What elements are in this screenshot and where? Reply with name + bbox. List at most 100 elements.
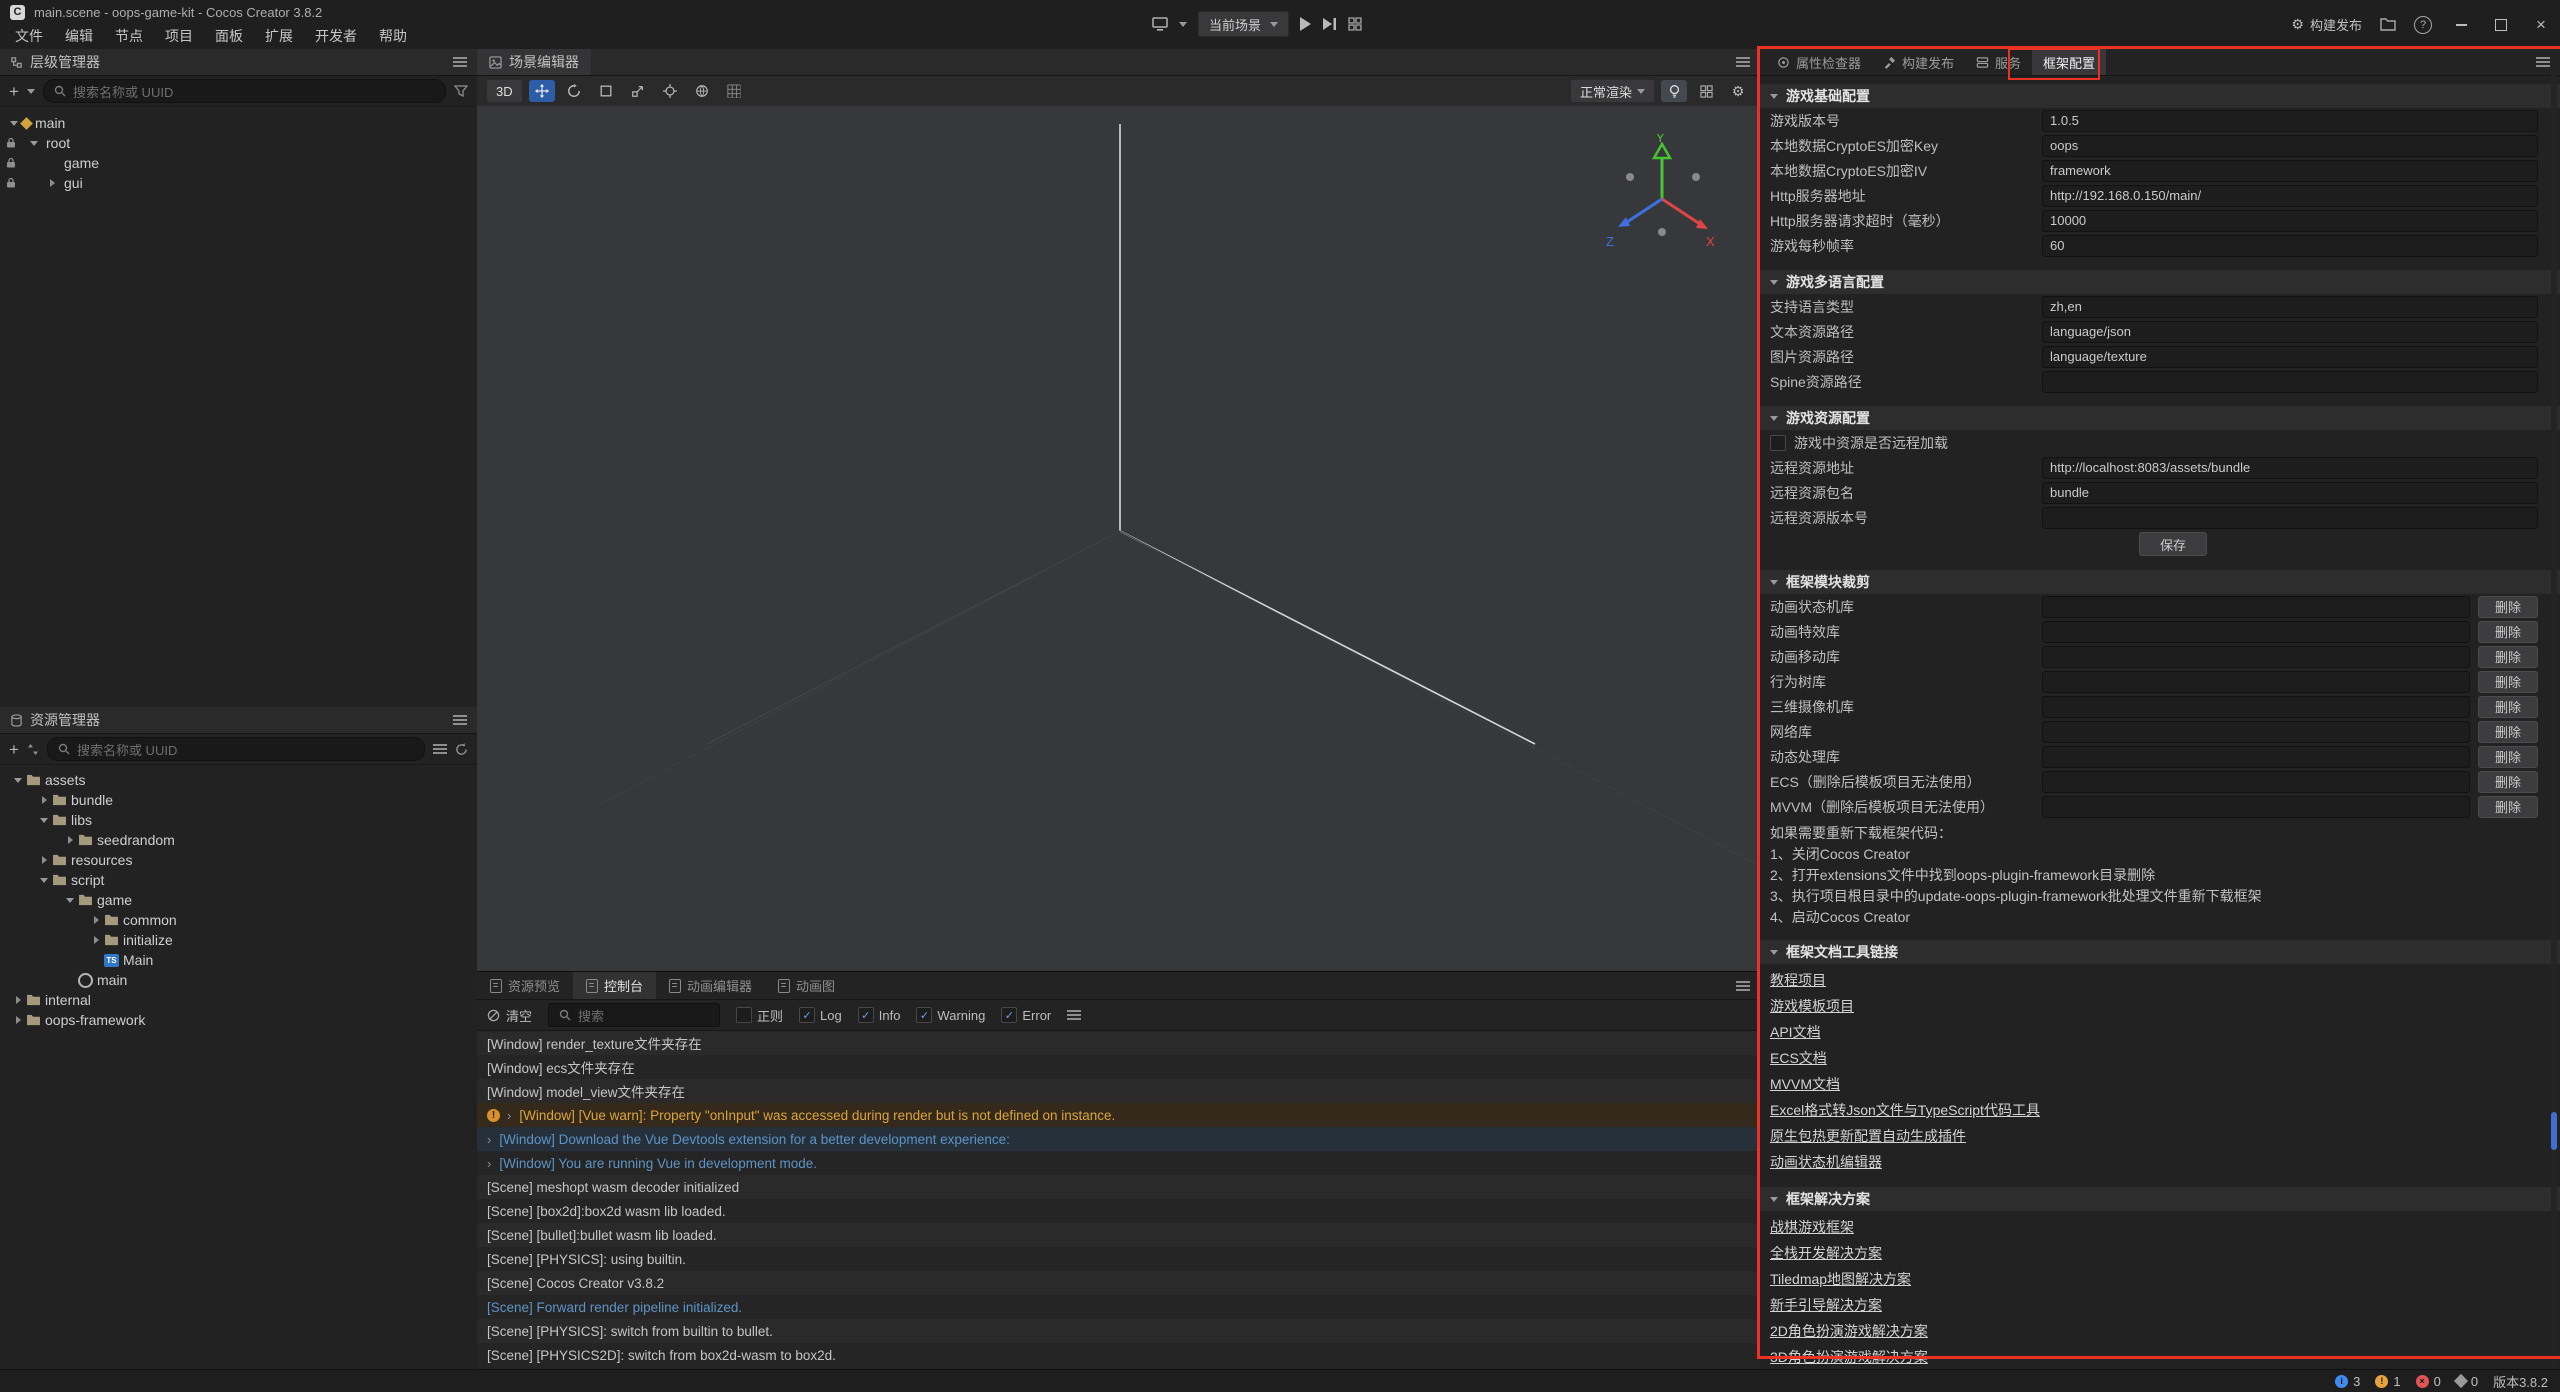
tab-animation-editor[interactable]: 动画编辑器 — [656, 972, 765, 999]
maximize-button[interactable] — [2490, 14, 2512, 36]
asset-filter-icon[interactable] — [433, 744, 447, 754]
expander-closed-icon[interactable] — [36, 796, 52, 804]
filter-log-checkbox[interactable]: Log — [799, 1007, 842, 1023]
asset-node-initialize[interactable]: initialize — [0, 930, 477, 950]
error-count[interactable]: × 0 — [2416, 1374, 2441, 1389]
delete-module-button[interactable]: 删除 — [2478, 621, 2538, 643]
asset-node-internal[interactable]: internal — [0, 990, 477, 1010]
property-input[interactable]: language/json — [2042, 321, 2538, 343]
panel-menu-icon[interactable] — [453, 715, 467, 725]
lighting-toggle-button[interactable] — [1661, 80, 1687, 102]
log-row[interactable]: ! › [Window] [Vue warn]: Property "onInp… — [477, 1103, 1760, 1127]
panel-menu-icon[interactable] — [1736, 981, 1750, 991]
module-path-field[interactable] — [2042, 646, 2470, 668]
build-publish-shortcut[interactable]: ⚙ 构建发布 — [2291, 15, 2362, 34]
property-input[interactable]: 10000 — [2042, 210, 2538, 232]
module-path-field[interactable] — [2042, 746, 2470, 768]
warning-count[interactable]: ! 1 — [2375, 1374, 2400, 1389]
log-row[interactable]: [Window] render_texture文件夹存在 — [477, 1031, 1760, 1055]
remote-load-checkbox[interactable] — [1770, 435, 1786, 451]
tab-property-inspector[interactable]: 属性检查器 — [1766, 49, 1872, 75]
tab-animation-graph[interactable]: 动画图 — [765, 972, 848, 999]
minimize-button[interactable] — [2450, 14, 2472, 36]
hierarchy-node-main[interactable]: main — [0, 113, 477, 133]
asset-node-main-scene[interactable]: main — [0, 970, 477, 990]
mode-3d-button[interactable]: 3D — [486, 79, 523, 103]
log-row[interactable]: › [Window] Download the Vue Devtools ext… — [477, 1127, 1760, 1151]
info-count[interactable]: i 3 — [2335, 1374, 2360, 1389]
module-path-field[interactable] — [2042, 696, 2470, 718]
asset-node-common[interactable]: common — [0, 910, 477, 930]
layout-grid-icon[interactable] — [1348, 17, 1362, 31]
collapse-logs-icon[interactable] — [1067, 1010, 1081, 1020]
solution-link[interactable]: 2D角色扮演游戏解决方案 — [1760, 1318, 1928, 1344]
create-node-button[interactable]: + — [9, 83, 19, 100]
folder-shortcut-icon[interactable] — [2380, 18, 2396, 31]
doc-link[interactable]: 游戏模板项目 — [1760, 993, 1854, 1019]
property-input[interactable]: oops — [2042, 135, 2538, 157]
save-button[interactable]: 保存 — [2139, 532, 2207, 556]
solution-link[interactable]: Tiledmap地图解决方案 — [1760, 1266, 1911, 1292]
step-button[interactable] — [1322, 17, 1337, 31]
delete-module-button[interactable]: 删除 — [2478, 596, 2538, 618]
rotate-tool-button[interactable] — [561, 80, 587, 102]
delete-module-button[interactable]: 删除 — [2478, 671, 2538, 693]
snap-settings-button[interactable] — [721, 80, 747, 102]
panel-menu-icon[interactable] — [2536, 57, 2550, 67]
property-input[interactable]: zh,en — [2042, 296, 2538, 318]
move-tool-button[interactable] — [529, 80, 555, 102]
create-asset-button[interactable]: + — [9, 741, 19, 758]
scene-settings-gear-icon[interactable]: ⚙ — [1725, 80, 1751, 102]
section-header[interactable]: 游戏基础配置 — [1760, 84, 2560, 108]
property-input[interactable]: 60 — [2042, 235, 2538, 257]
doc-link[interactable]: 动画状态机编辑器 — [1760, 1149, 1882, 1175]
section-header[interactable]: 游戏多语言配置 — [1760, 270, 2560, 294]
delete-module-button[interactable]: 删除 — [2478, 771, 2538, 793]
log-row[interactable]: [Scene] Forward render pipeline initiali… — [477, 1295, 1760, 1319]
console-search-input[interactable]: 搜索 — [548, 1003, 720, 1027]
section-header[interactable]: 框架模块裁剪 — [1760, 570, 2560, 594]
solution-link[interactable]: 3D角色扮演游戏解决方案 — [1760, 1344, 1928, 1370]
scene-selector[interactable]: 当前场景 — [1198, 11, 1289, 37]
assets-search-input[interactable]: 搜索名称或 UUID — [47, 737, 425, 761]
doc-link[interactable]: ECS文档 — [1760, 1045, 1827, 1071]
sort-assets-icon[interactable] — [27, 743, 39, 756]
log-expander-icon[interactable]: › — [487, 1132, 491, 1147]
delete-module-button[interactable]: 删除 — [2478, 796, 2538, 818]
property-input[interactable] — [2042, 371, 2538, 393]
delete-module-button[interactable]: 删除 — [2478, 696, 2538, 718]
scene-editor-tab[interactable]: 场景编辑器 — [477, 49, 591, 75]
asset-node-assets[interactable]: assets — [0, 770, 477, 790]
tab-console[interactable]: 控制台 — [573, 972, 656, 999]
doc-link[interactable]: MVVM文档 — [1760, 1071, 1840, 1097]
inspector-scrollbar-track[interactable] — [2551, 75, 2557, 1369]
asset-node-libs[interactable]: libs — [0, 810, 477, 830]
doc-link[interactable]: 教程项目 — [1760, 967, 1826, 993]
expander-open-icon[interactable] — [10, 778, 26, 783]
anchor-tool-button[interactable] — [657, 80, 683, 102]
play-button[interactable] — [1300, 17, 1311, 31]
expander-closed-icon[interactable] — [36, 856, 52, 864]
log-expander-icon[interactable]: › — [507, 1108, 511, 1123]
scale-tool-button[interactable] — [625, 80, 651, 102]
filter-icon[interactable] — [454, 85, 468, 97]
clear-console-button[interactable]: 清空 — [487, 1006, 532, 1025]
asset-node-oops-framework[interactable]: oops-framework — [0, 1010, 477, 1030]
rect-tool-button[interactable] — [593, 80, 619, 102]
property-input[interactable] — [2042, 507, 2538, 529]
log-row[interactable]: [Window] model_view文件夹存在 — [477, 1079, 1760, 1103]
log-row[interactable]: › [Window] You are running Vue in develo… — [477, 1151, 1760, 1175]
log-row[interactable]: [Scene] [PHYSICS2D]: switch from box2d-w… — [477, 1343, 1760, 1367]
delete-module-button[interactable]: 删除 — [2478, 646, 2538, 668]
hierarchy-search-input[interactable]: 搜索名称或 UUID — [43, 79, 446, 103]
module-path-field[interactable] — [2042, 771, 2470, 793]
help-icon[interactable]: ? — [2414, 16, 2432, 34]
world-local-toggle-button[interactable] — [689, 80, 715, 102]
menu-project[interactable]: 项目 — [154, 24, 204, 48]
module-path-field[interactable] — [2042, 721, 2470, 743]
panel-menu-icon[interactable] — [1736, 57, 1750, 67]
tab-framework-config[interactable]: 框架配置 — [2032, 49, 2106, 75]
tab-build-publish[interactable]: 构建发布 — [1872, 49, 1965, 75]
menu-extension[interactable]: 扩展 — [254, 24, 304, 48]
log-expander-icon[interactable]: › — [487, 1156, 491, 1171]
